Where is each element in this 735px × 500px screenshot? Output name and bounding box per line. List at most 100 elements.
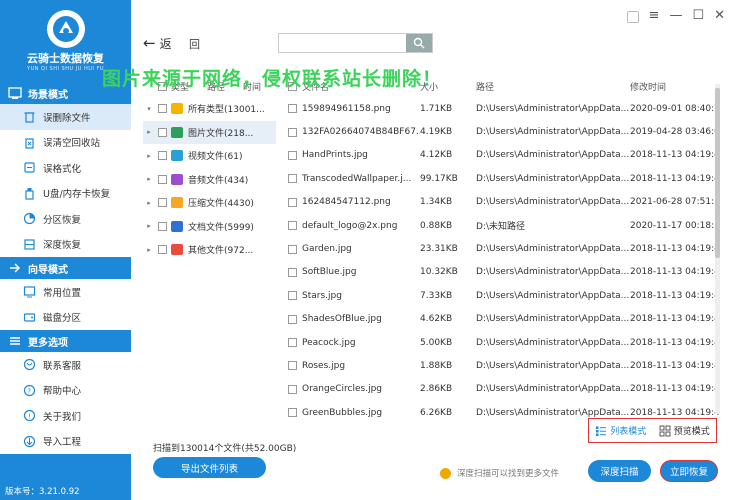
sidebar-item-about[interactable]: ! 关于我们 <box>0 403 131 429</box>
sidebar-item-usb[interactable]: U盘/内存卡恢复 <box>0 181 131 207</box>
sidebar-item-support[interactable]: 联系客服 <box>0 352 131 378</box>
preview-mode-button[interactable]: 预览模式 <box>659 424 710 437</box>
row-checkbox[interactable] <box>287 150 297 160</box>
location-icon <box>23 286 36 298</box>
sidebar-item-partition[interactable]: 分区恢复 <box>0 206 131 232</box>
file-type-icon <box>171 150 183 162</box>
file-path: D:\Users\Administrator\AppData... <box>476 314 630 325</box>
search-button[interactable] <box>406 34 432 52</box>
list-mode-button[interactable]: 列表模式 <box>595 424 646 437</box>
row-checkbox[interactable] <box>287 384 297 394</box>
sidebar-item-help[interactable]: ? 帮助中心 <box>0 378 131 404</box>
table-row[interactable]: Roses.jpg 1.88KB D:\Users\Administrator\Ap… <box>282 354 720 377</box>
file-name: 162484547112.png <box>302 197 391 208</box>
expand-arrow-icon[interactable]: ▾ <box>143 105 155 113</box>
expand-arrow-icon[interactable]: ▸ <box>143 222 155 230</box>
back-button[interactable]: ← 返 <box>143 34 172 52</box>
col-header-path[interactable]: 路径 <box>476 80 630 93</box>
row-checkbox[interactable] <box>287 267 297 277</box>
table-row[interactable]: SoftBlue.jpg 10.32KB D:\Users\Administrato… <box>282 261 720 284</box>
sidebar-item-deleted-files[interactable]: 误删除文件 <box>0 104 131 130</box>
row-checkbox[interactable] <box>287 104 297 114</box>
section-header-wizard: 向导模式 <box>0 257 131 279</box>
row-checkbox[interactable] <box>287 291 297 301</box>
row-checkbox[interactable] <box>287 314 297 324</box>
tree-item-checkbox[interactable] <box>158 104 167 114</box>
sidebar-item-recycle-bin[interactable]: 误清空回收站 <box>0 130 131 156</box>
tree-item[interactable]: ▾ 所有类型(13001... <box>143 97 276 121</box>
tree-item-checkbox[interactable] <box>158 245 167 255</box>
scrollbar-thumb[interactable] <box>715 88 720 258</box>
tree-item[interactable]: ▸ 图片文件(218... <box>143 120 276 144</box>
table-row[interactable]: Stars.jpg 7.33KB D:\Users\Administrator\Ap… <box>282 284 720 307</box>
table-row[interactable]: 159894961158.png 1.71KB D:\Users\Administr… <box>282 97 720 120</box>
tree-item-checkbox[interactable] <box>158 127 167 137</box>
row-checkbox-cell <box>282 267 302 277</box>
tree-item-checkbox[interactable] <box>158 151 167 161</box>
table-row[interactable]: OrangeCircles.jpg 2.86KB D:\Users\Administ… <box>282 378 720 401</box>
table-row[interactable]: 132FA02664074B84BF67... 4.19KB D:\Users\Ad… <box>282 120 720 143</box>
sidebar-item-label: 误清空回收站 <box>43 138 101 150</box>
file-size: 0.88KB <box>420 220 453 231</box>
skin-icon[interactable] <box>626 11 639 23</box>
sidebar-item-common-locations[interactable]: 常用位置 <box>0 279 131 305</box>
table-row[interactable]: Peacock.jpg 5.00KB D:\Users\Administrator\… <box>282 331 720 354</box>
row-checkbox[interactable] <box>287 127 297 137</box>
file-size: 7.33KB <box>420 290 453 301</box>
close-icon[interactable]: ✕ <box>714 8 725 23</box>
table-row[interactable]: Garden.jpg 23.31KB D:\Users\Administrator\… <box>282 237 720 260</box>
tree-item[interactable]: ▸ 压缩文件(4430) <box>143 191 276 215</box>
row-checkbox[interactable] <box>287 174 297 184</box>
expand-arrow-icon[interactable]: ▸ <box>143 246 155 254</box>
menu-icon[interactable]: ≡ <box>649 8 660 23</box>
table-row[interactable]: 162484547112.png 1.34KB D:\Users\Administr… <box>282 191 720 214</box>
export-list-button[interactable]: 导出文件列表 <box>153 457 266 478</box>
table-row[interactable]: default_logo@2x.png 0.88KB D:\未知路径 2020-11-… <box>282 214 720 237</box>
row-checkbox-cell <box>282 291 302 301</box>
file-time: 2020-09-01 08:40:25 <box>630 103 720 114</box>
minimize-icon[interactable]: — <box>669 8 682 23</box>
tree-item-checkbox[interactable] <box>158 221 167 231</box>
tree-item[interactable]: ▸ 音频文件(434) <box>143 168 276 192</box>
sidebar-item-import[interactable]: 导入工程 <box>0 429 131 455</box>
row-checkbox[interactable] <box>287 408 297 418</box>
row-checkbox[interactable] <box>287 361 297 371</box>
row-checkbox[interactable] <box>287 221 297 231</box>
tree-item-checkbox[interactable] <box>158 198 167 208</box>
sidebar-item-label: U盘/内存卡恢复 <box>43 189 111 201</box>
file-path: D:\Users\Administrator\AppData... <box>476 197 630 208</box>
file-time: 2021-06-28 07:51:59 <box>630 197 720 208</box>
wizard-mode-icon <box>10 263 21 273</box>
table-row[interactable]: HandPrints.jpg 4.12KB D:\Users\Administrat… <box>282 144 720 167</box>
search-input[interactable] <box>279 34 404 52</box>
expand-arrow-icon[interactable]: ▸ <box>143 128 155 136</box>
table-row[interactable]: ShadesOfBlue.jpg 4.62KB D:\Users\Administr… <box>282 308 720 331</box>
tree-item[interactable]: ▸ 文档文件(5999) <box>143 215 276 239</box>
tree-item[interactable]: ▸ 视频文件(61) <box>143 144 276 168</box>
maximize-icon[interactable]: ☐ <box>692 8 704 23</box>
table-row[interactable]: TranscodedWallpaper.j... 99.17KB D:\Users\… <box>282 167 720 190</box>
tree-item[interactable]: ▸ 其他文件(972... <box>143 238 276 262</box>
col-header-time[interactable]: 修改时间 <box>630 80 720 93</box>
list-view-icon <box>596 426 607 436</box>
row-checkbox[interactable] <box>287 338 297 348</box>
expand-arrow-icon[interactable]: ▸ <box>143 199 155 207</box>
file-path: D:\Users\Administrator\AppData... <box>476 337 630 348</box>
section-header-more: 更多选项 <box>0 330 131 352</box>
sidebar-item-deep-recovery[interactable]: 深度恢复 <box>0 232 131 258</box>
file-size: 2.86KB <box>420 384 453 395</box>
recover-now-button[interactable]: 立即恢复 <box>660 460 718 482</box>
row-checkbox[interactable] <box>287 197 297 207</box>
usb-icon <box>25 187 34 200</box>
tree-item-label: 其他文件(972... <box>188 246 254 257</box>
file-size: 6.26KB <box>420 407 453 418</box>
file-size: 5.00KB <box>420 337 453 348</box>
tree-item-checkbox[interactable] <box>158 174 167 184</box>
expand-arrow-icon[interactable]: ▸ <box>143 175 155 183</box>
sidebar-item-format[interactable]: 误格式化 <box>0 155 131 181</box>
sidebar-item-disk-partition[interactable]: 磁盘分区 <box>0 305 131 331</box>
row-checkbox[interactable] <box>287 244 297 254</box>
refresh-button[interactable]: 回 <box>189 36 200 52</box>
expand-arrow-icon[interactable]: ▸ <box>143 152 155 160</box>
deep-scan-button[interactable]: 深度扫描 <box>588 460 651 482</box>
